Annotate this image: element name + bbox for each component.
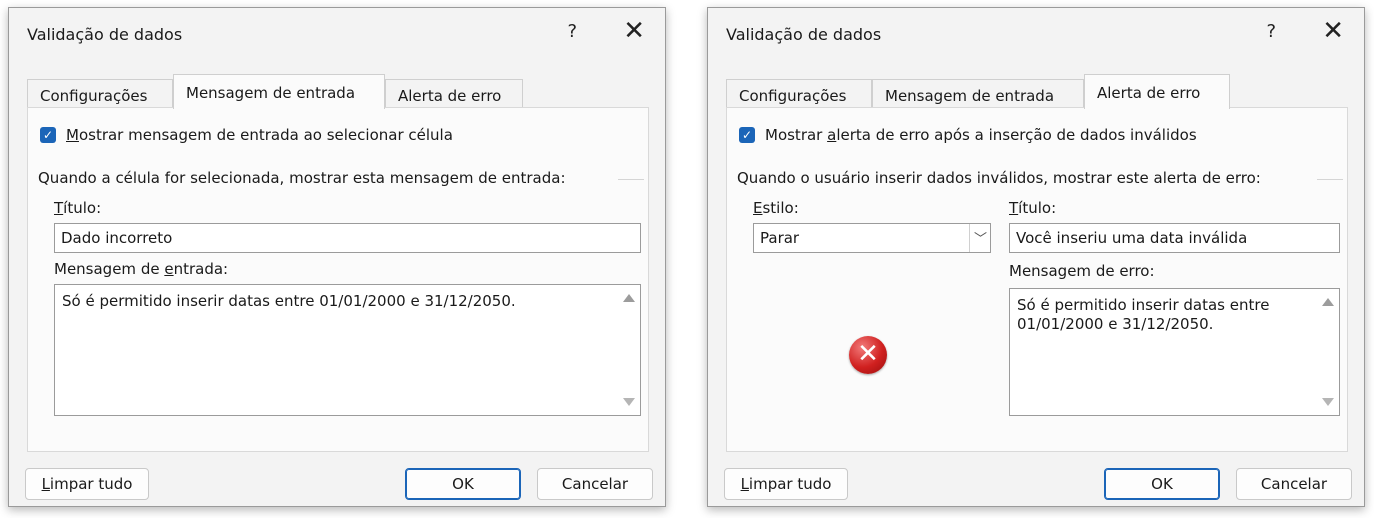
scroll-up-icon[interactable] xyxy=(1322,298,1334,306)
clear-all-button[interactable]: Limpar tudo xyxy=(724,468,848,500)
divider xyxy=(1317,179,1343,180)
tab-panel: ✓ Mostrar mensagem de entrada ao selecio… xyxy=(27,107,649,452)
ok-button[interactable]: OK xyxy=(1104,468,1220,500)
input-message-textarea[interactable]: Só é permitido inserir datas entre 01/01… xyxy=(54,284,641,416)
chevron-down-icon[interactable]: ﹀ xyxy=(974,228,987,247)
title-label: Título: xyxy=(54,199,102,217)
show-error-alert-checkbox[interactable]: ✓ xyxy=(739,127,755,143)
close-icon[interactable]: ✕ xyxy=(1322,16,1344,46)
section-label: Quando o usuário inserir dados inválidos… xyxy=(737,169,1261,187)
tab-alerta-de-erro[interactable]: Alerta de erro xyxy=(385,79,523,108)
error-stop-icon: ✕ xyxy=(849,336,887,374)
dialog-title: Validação de dados xyxy=(27,25,183,44)
close-icon[interactable]: ✕ xyxy=(623,16,645,46)
divider xyxy=(618,179,644,180)
show-input-message-label[interactable]: Mostrar mensagem de entrada ao seleciona… xyxy=(66,126,453,144)
show-input-message-checkbox[interactable]: ✓ xyxy=(40,127,56,143)
cancel-button[interactable]: Cancelar xyxy=(1236,468,1352,500)
style-value: Parar xyxy=(760,229,800,247)
style-select[interactable]: Parar ﹀ xyxy=(753,223,991,253)
tab-panel: ✓ Mostrar alerta de erro após a inserção… xyxy=(726,107,1348,452)
clear-all-button[interactable]: Limpar tudo xyxy=(25,468,149,500)
data-validation-dialog-input-message: Validação de dados ? ✕ Configurações Men… xyxy=(8,7,666,507)
error-message-textarea[interactable]: Só é permitido inserir datas entre 01/01… xyxy=(1009,288,1340,416)
help-icon[interactable]: ? xyxy=(567,21,577,42)
tab-mensagem-de-entrada[interactable]: Mensagem de entrada xyxy=(173,74,385,109)
tab-alerta-de-erro[interactable]: Alerta de erro xyxy=(1084,74,1230,109)
error-message-text: Só é permitido inserir datas entre 01/01… xyxy=(1017,296,1270,333)
help-icon[interactable]: ? xyxy=(1266,21,1276,42)
scroll-up-icon[interactable] xyxy=(623,294,635,302)
title-bar: Validação de dados ? ✕ xyxy=(9,8,665,58)
scroll-down-icon[interactable] xyxy=(623,398,635,406)
tab-configuracoes[interactable]: Configurações xyxy=(27,79,173,108)
scrollbar[interactable] xyxy=(619,286,639,414)
title-input[interactable]: Você inseriu uma data inválida xyxy=(1009,223,1340,253)
combo-separator xyxy=(969,224,970,252)
input-message-label: Mensagem de entrada: xyxy=(54,260,229,278)
tab-mensagem-de-entrada[interactable]: Mensagem de entrada xyxy=(872,79,1084,108)
input-message-text: Só é permitido inserir datas entre 01/01… xyxy=(62,292,516,310)
cancel-button[interactable]: Cancelar xyxy=(537,468,653,500)
title-label: Título: xyxy=(1009,199,1057,217)
ok-button[interactable]: OK xyxy=(405,468,521,500)
dialog-title: Validação de dados xyxy=(726,25,882,44)
scrollbar[interactable] xyxy=(1318,290,1338,414)
scroll-down-icon[interactable] xyxy=(1322,398,1334,406)
title-input[interactable]: Dado incorreto xyxy=(54,223,641,253)
error-message-label: Mensagem de erro: xyxy=(1009,262,1155,280)
tab-configuracoes[interactable]: Configurações xyxy=(726,79,872,108)
title-bar: Validação de dados ? ✕ xyxy=(708,8,1364,58)
style-label: Estilo: xyxy=(753,199,799,217)
data-validation-dialog-error-alert: Validação de dados ? ✕ Configurações Men… xyxy=(707,7,1365,507)
show-error-alert-label[interactable]: Mostrar alerta de erro após a inserção d… xyxy=(765,126,1197,144)
section-label: Quando a célula for selecionada, mostrar… xyxy=(38,169,566,187)
